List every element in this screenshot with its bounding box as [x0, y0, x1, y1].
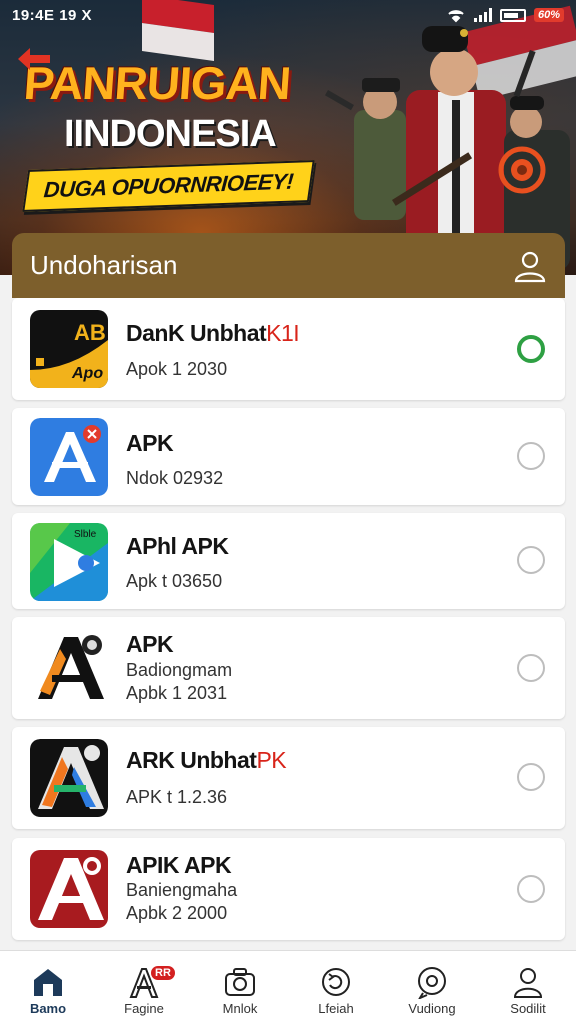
- item-version: Apbk 1 2031: [126, 683, 228, 703]
- play-store-icon: Slble: [30, 523, 108, 601]
- refresh-icon: [322, 968, 350, 996]
- status-bar: 19:4E 19 X 60%: [0, 0, 576, 30]
- nav-label: Mnlok: [222, 1001, 258, 1016]
- nav-label: Lfeiah: [318, 1001, 354, 1016]
- target-icon[interactable]: [498, 146, 546, 194]
- camera-icon: [225, 968, 255, 996]
- list-item[interactable]: APK Ndok 02932: [12, 408, 565, 505]
- nav-label: Sodilit: [510, 1001, 546, 1016]
- back-arrow-icon[interactable]: [14, 44, 54, 74]
- list-item[interactable]: APIK APK Baniengmaha Apbk 2 2000: [12, 838, 565, 940]
- status-time: 19:4E 19 X: [12, 6, 93, 24]
- nav-home[interactable]: Bamo: [0, 951, 96, 1024]
- hero-ribbon-text: DUGA OPUORNRIOEEY!: [42, 168, 295, 203]
- wifi-icon: [448, 10, 464, 23]
- radio-unselected[interactable]: [517, 546, 545, 574]
- svg-text:AB: AB: [74, 320, 106, 345]
- app-a-blue-icon: [30, 739, 108, 817]
- item-name-accent: K1I: [266, 320, 300, 346]
- item-name: ARK UnbhatPK: [126, 747, 287, 774]
- user-icon[interactable]: [513, 249, 547, 283]
- nav-chat[interactable]: Vudiong: [384, 951, 480, 1024]
- item-name: APK: [126, 631, 174, 657]
- item-name-text: ARK Unbhat: [126, 747, 257, 773]
- battery-label: 60%: [533, 8, 564, 22]
- signal-icon: [473, 8, 492, 22]
- nav-badge: RR: [150, 965, 176, 981]
- hero-ribbon: DUGA OPUORNRIOEEY!: [22, 160, 315, 212]
- item-version: Apok 1 2030: [126, 359, 228, 379]
- item-version: Apk t 03650: [126, 571, 223, 591]
- profile-icon: [513, 968, 543, 998]
- item-version: Ndok 02932: [126, 468, 224, 488]
- svg-text:Slble: Slble: [74, 529, 97, 540]
- list-header-title: Undoharisan: [30, 250, 178, 280]
- item-name-accent: PK: [256, 747, 287, 773]
- item-name-text: DanK Unbhat: [126, 320, 267, 346]
- item-name: APhl APK: [126, 533, 229, 559]
- svg-text:Apo: Apo: [71, 365, 103, 382]
- nav-camera[interactable]: Mnlok: [192, 951, 288, 1024]
- hero-title: PANRUIGAN: [22, 57, 292, 109]
- app-a-orange-icon: [30, 629, 108, 707]
- item-version: APK t 1.2.36: [126, 787, 228, 807]
- radio-unselected[interactable]: [517, 654, 545, 682]
- bottom-nav: Bamo RR Fagine Mnlok Lfeiah Vudiong Sodi…: [0, 950, 576, 1024]
- item-name: APIK APK: [126, 852, 232, 878]
- item-version: Apbk 2 2000: [126, 903, 228, 923]
- app-ab-icon: AB Apo: [30, 310, 108, 388]
- home-icon: [34, 969, 62, 996]
- item-developer: Badiongmam: [126, 660, 233, 680]
- chat-icon: [418, 967, 446, 999]
- list-item[interactable]: Slble APhl APK Apk t 03650: [12, 513, 565, 609]
- item-developer: Baniengmaha: [126, 880, 238, 900]
- item-name: APK: [126, 430, 174, 456]
- list-header: Undoharisan: [12, 233, 565, 298]
- nav-label: Bamo: [29, 1001, 67, 1016]
- hero-subtitle: IINDONESIA: [64, 113, 277, 155]
- battery-icon: [499, 8, 526, 22]
- list-item[interactable]: APK Badiongmam Apbk 1 2031: [12, 617, 565, 719]
- radio-unselected[interactable]: [517, 875, 545, 903]
- radio-selected[interactable]: [517, 335, 545, 363]
- radio-unselected[interactable]: [517, 442, 545, 470]
- nav-label: Fagine: [124, 1001, 164, 1016]
- radio-unselected[interactable]: [517, 763, 545, 791]
- list-item[interactable]: ARK UnbhatPK APK t 1.2.36: [12, 727, 565, 829]
- nav-profile[interactable]: Sodilit: [480, 951, 576, 1024]
- app-a-red-icon: [30, 850, 108, 928]
- nav-apps[interactable]: RR Fagine: [96, 951, 192, 1024]
- nav-label: Vudiong: [408, 1001, 456, 1016]
- app-store-a-icon: [30, 418, 108, 496]
- list-item[interactable]: AB Apo DanK UnbhatK1I Apok 1 2030: [12, 298, 565, 400]
- nav-refresh[interactable]: Lfeiah: [288, 951, 384, 1024]
- item-name: DanK UnbhatK1I: [126, 320, 300, 347]
